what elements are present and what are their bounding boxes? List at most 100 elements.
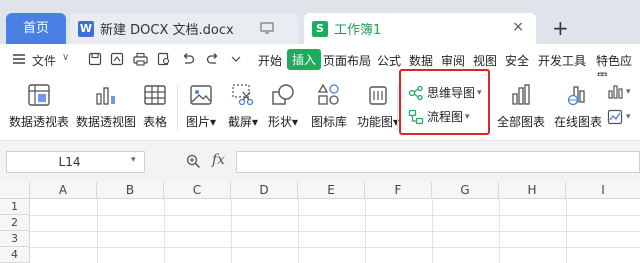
picture-icon	[190, 85, 212, 105]
column-header[interactable]: C	[164, 182, 231, 199]
ribbon-separator	[397, 84, 398, 130]
grid-line	[30, 215, 640, 216]
menu-item-start[interactable]: 开始	[258, 52, 282, 69]
row-header[interactable]: 1	[0, 199, 30, 215]
all-charts-label: 全部图表	[497, 115, 546, 129]
grid-line	[231, 199, 232, 263]
name-box[interactable]: L14	[6, 151, 145, 173]
menu-item-view[interactable]: 视图	[473, 52, 497, 69]
shape-button[interactable]: 形状▾	[268, 76, 298, 130]
row-header[interactable]: 2	[0, 215, 30, 231]
pivot-table-icon	[28, 84, 50, 106]
hamburger-icon[interactable]	[12, 53, 26, 65]
pivot-chart-label: 数据透视图	[76, 115, 137, 129]
screenshot-button[interactable]: 截屏▾	[228, 76, 258, 130]
online-charts-label: 在线图表	[554, 115, 603, 129]
bar-chart-icon	[512, 84, 530, 105]
grid-line	[566, 199, 567, 263]
close-tab-icon[interactable]: ×	[512, 19, 524, 35]
screenshot-label: 截屏▾	[228, 115, 259, 129]
undo-icon[interactable]	[181, 52, 195, 66]
grid-line	[30, 247, 640, 248]
writer-logo-icon: W	[78, 20, 94, 37]
tab-workbook[interactable]: S 工作簿1 ×	[304, 13, 536, 44]
ribbon-insert: 数据透视表 数据透视图 表格 图片▾ 截屏▾ 形状▾ 图标库 功能图 思维导图 …	[0, 76, 640, 140]
print-preview-icon[interactable]	[157, 52, 171, 66]
pivot-table-label: 数据透视表	[9, 115, 70, 129]
column-header[interactable]: A	[30, 182, 97, 199]
shape-icon	[272, 84, 294, 105]
online-chart-icon	[567, 86, 585, 106]
column-header[interactable]: I	[566, 182, 640, 199]
pivot-chart-icon	[96, 87, 115, 105]
export-icon[interactable]	[110, 52, 124, 66]
ribbon-separator	[177, 84, 178, 130]
file-chevron-icon[interactable]: ∨	[62, 52, 69, 63]
tab-docx-document[interactable]: W 新建 DOCX 文档.docx	[70, 13, 298, 44]
fx-icon[interactable]: fx	[212, 152, 225, 168]
name-box-chevron-icon[interactable]: ▾	[131, 155, 136, 165]
monitor-icon[interactable]	[260, 22, 274, 34]
grid-line	[298, 199, 299, 263]
menu-item-security[interactable]: 安全	[505, 52, 529, 69]
column-chart-icon	[608, 85, 623, 99]
grid-line	[97, 199, 98, 263]
column-header[interactable]: B	[97, 182, 164, 199]
pivot-table-button[interactable]: 数据透视表	[9, 76, 69, 130]
menu-item-insert[interactable]: 插入	[287, 49, 322, 70]
select-all-corner[interactable]	[0, 182, 30, 199]
zoom-icon[interactable]	[186, 154, 201, 169]
grid-line	[30, 231, 640, 232]
file-menu[interactable]: 文件	[32, 52, 56, 69]
grid-line	[365, 199, 366, 263]
quick-access-more-icon[interactable]	[231, 55, 241, 63]
menu-item-review[interactable]: 审阅	[441, 52, 465, 69]
formula-bar: L14 ▾ fx	[0, 140, 640, 182]
pivot-chart-button[interactable]: 数据透视图	[76, 76, 136, 130]
new-tab-button[interactable]: +	[552, 16, 569, 40]
spreadsheet-logo-icon: S	[312, 20, 328, 37]
column-header[interactable]: F	[365, 182, 432, 199]
menu-item-page-layout[interactable]: 页面布局	[323, 52, 371, 69]
formula-input[interactable]	[236, 151, 640, 173]
spreadsheet-grid[interactable]: A B C D E F G H I 1 2 3 4	[0, 182, 640, 263]
column-header[interactable]: E	[298, 182, 365, 199]
function-chart-icon	[369, 86, 387, 105]
picture-label: 图片▾	[186, 115, 217, 129]
table-label: 表格	[142, 115, 167, 129]
chart-style-dropdown[interactable]: ▾	[607, 109, 631, 125]
save-icon[interactable]	[88, 52, 102, 66]
highlight-box	[399, 69, 490, 135]
menu-item-developer[interactable]: 开发工具	[538, 52, 586, 69]
table-icon	[144, 85, 166, 105]
all-charts-button[interactable]: 全部图表	[497, 76, 545, 130]
print-icon[interactable]	[133, 52, 148, 66]
menu-item-data[interactable]: 数据	[409, 52, 433, 69]
scissors-icon	[232, 84, 254, 106]
column-header[interactable]: D	[231, 182, 298, 199]
function-chart-label: 功能图▾	[357, 115, 399, 129]
grid-line	[499, 199, 500, 263]
grid-line	[432, 199, 433, 263]
icon-library-button[interactable]: 图标库	[311, 76, 347, 130]
table-button[interactable]: 表格	[142, 76, 168, 130]
menu-bar: 文件 ∨ 开始 插入 页面布局 公式 数据 审阅 视图 安全 开发工具 特色应用	[0, 44, 640, 85]
menu-item-formula[interactable]: 公式	[377, 52, 401, 69]
redo-icon[interactable]	[206, 52, 220, 66]
chart-type-dropdown[interactable]: ▾	[607, 84, 631, 100]
icon-library-icon	[317, 83, 339, 105]
column-header[interactable]: H	[499, 182, 566, 199]
icon-library-label: 图标库	[311, 115, 348, 129]
tab-docx-label: 新建 DOCX 文档.docx	[100, 23, 234, 38]
row-header[interactable]: 3	[0, 231, 30, 247]
online-charts-button[interactable]: 在线图表	[554, 76, 602, 130]
tab-bar: 首页 W 新建 DOCX 文档.docx S 工作簿1 × +	[0, 0, 640, 44]
function-chart-button[interactable]: 功能图▾	[357, 76, 399, 130]
row-header[interactable]: 4	[0, 247, 30, 263]
picture-button[interactable]: 图片▾	[186, 76, 216, 130]
tab-workbook-label: 工作簿1	[334, 23, 382, 38]
line-chart-icon	[607, 109, 623, 125]
column-header[interactable]: G	[432, 182, 499, 199]
tab-home[interactable]: 首页	[6, 13, 66, 44]
grid-line	[164, 199, 165, 263]
